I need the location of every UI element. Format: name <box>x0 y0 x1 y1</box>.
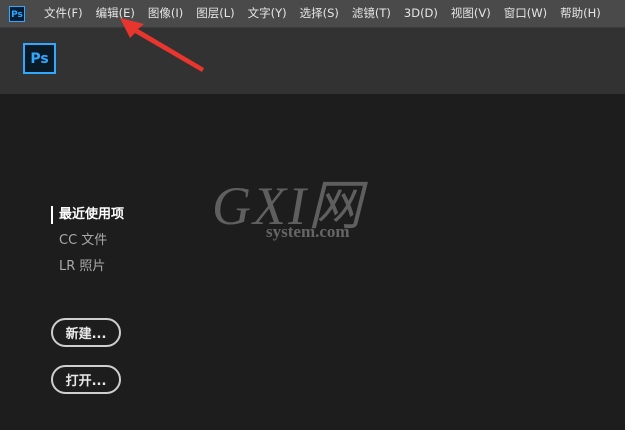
start-nav: 最近使用项 CC 文件 LR 照片 <box>51 205 124 283</box>
new-button[interactable]: 新建... <box>51 318 121 347</box>
menu-select[interactable]: 选择(S) <box>300 0 339 27</box>
menu-file[interactable]: 文件(F) <box>44 0 83 27</box>
menu-bar: Ps 文件(F) 编辑(E) 图像(I) 图层(L) 文字(Y) 选择(S) 滤… <box>0 0 625 28</box>
menu-type[interactable]: 文字(Y) <box>248 0 287 27</box>
start-screen-header: Ps <box>0 28 625 94</box>
nav-item-recent[interactable]: 最近使用项 <box>51 205 124 225</box>
watermark-site: system.com <box>266 222 350 241</box>
photoshop-logo: Ps <box>23 43 56 74</box>
menu-image[interactable]: 图像(I) <box>148 0 183 27</box>
photoshop-app-icon[interactable]: Ps <box>9 5 25 22</box>
menu-layer[interactable]: 图层(L) <box>196 0 234 27</box>
menu-edit[interactable]: 编辑(E) <box>96 0 135 27</box>
menu-view[interactable]: 视图(V) <box>451 0 491 27</box>
menu-filter[interactable]: 滤镜(T) <box>352 0 391 27</box>
open-button[interactable]: 打开... <box>51 365 121 394</box>
nav-item-lr-photos[interactable]: LR 照片 <box>51 257 124 277</box>
nav-item-cc-files[interactable]: CC 文件 <box>51 231 124 251</box>
watermark-logo: GXI网 system.com <box>212 176 382 256</box>
menu-3d[interactable]: 3D(D) <box>404 0 438 27</box>
menu-help[interactable]: 帮助(H) <box>560 0 601 27</box>
menu-window[interactable]: 窗口(W) <box>504 0 547 27</box>
watermark-brand: GXI网 <box>212 176 364 236</box>
